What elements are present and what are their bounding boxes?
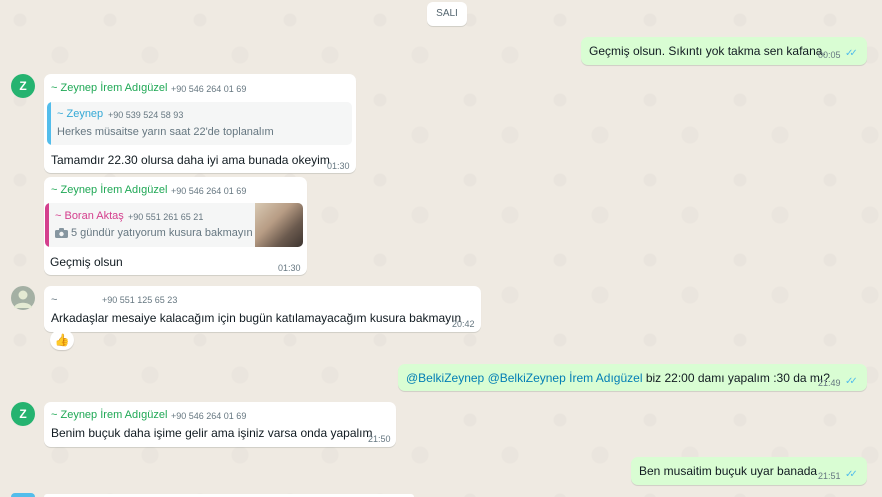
quote-text: Herkes müsaitse yarın saat 22'de toplana… [57, 126, 274, 138]
mention-link[interactable]: @BelkiZeynep [406, 371, 484, 385]
message-body: biz 22:00 damı yapalım :30 da mı? [642, 371, 830, 385]
sender-phone: +90 546 264 01 69 [171, 84, 247, 94]
message-time: 00:05 [818, 50, 841, 60]
message-time: 21:49 [818, 378, 841, 388]
message-text: Tamamdır 22.30 olursa daha iyi ama bunad… [51, 153, 330, 167]
message-time: 01:30 [278, 263, 301, 273]
sender-phone: +90 551 125 65 23 [102, 295, 178, 305]
message-text: @BelkiZeynep @BelkiZeynep İrem Adıgüzel … [406, 371, 830, 385]
message-time: 20:42 [452, 319, 475, 329]
incoming-message[interactable]: ~ Zeynep İrem Adıgüzel +90 546 264 01 69… [44, 177, 307, 275]
message-text: Ben musaitim buçuk uyar banada [639, 464, 818, 478]
message-time: 01:30 [327, 161, 350, 171]
message-text: Geçmiş olsun. Sıkıntı yok takma sen kafa… [589, 44, 826, 58]
avatar[interactable]: Z [11, 74, 35, 98]
avatar[interactable]: Z [11, 402, 35, 426]
sender-name[interactable]: ~ Zeynep İrem Adıgüzel [51, 184, 167, 196]
sender-name[interactable]: ~ [51, 294, 57, 306]
quote-sender-name: ~ Zeynep [57, 108, 104, 120]
message-text: Geçmiş olsun [50, 255, 123, 269]
sender-phone: +90 546 264 01 69 [171, 411, 247, 421]
quote-bar [45, 203, 49, 247]
avatar[interactable] [11, 493, 35, 497]
read-receipt-icon: ✓✓ [845, 376, 858, 387]
message-time: 21:50 [368, 434, 391, 444]
sender-name[interactable]: ~ Zeynep İrem Adıgüzel [51, 82, 167, 94]
incoming-message[interactable]: ~ Zeynep İrem Adıgüzel +90 546 264 01 69… [44, 402, 396, 447]
quote-image-thumbnail[interactable] [255, 203, 303, 247]
message-time: 21:51 [818, 471, 841, 481]
quoted-message[interactable]: ~ Boran Aktaş +90 551 261 65 21 5 gündür… [45, 203, 303, 247]
quote-sender-phone: +90 539 524 58 93 [108, 110, 184, 120]
message-text: Arkadaşlar mesaiye kalacağım için bugün … [51, 311, 462, 325]
person-icon [14, 290, 32, 308]
quote-sender-phone: +90 551 261 65 21 [128, 212, 204, 222]
avatar[interactable] [11, 286, 35, 310]
incoming-message[interactable]: ~ +90 551 125 65 23 Arkadaşlar mesaiye k… [44, 286, 481, 332]
quote-sender-name: ~ Boran Aktaş [55, 210, 124, 222]
sender-name[interactable]: ~ Zeynep İrem Adıgüzel [51, 409, 167, 421]
reaction-thumbs-up[interactable]: 👍 [50, 330, 74, 350]
sender-phone: +90 546 264 01 69 [171, 186, 247, 196]
outgoing-message[interactable]: @BelkiZeynep @BelkiZeynep İrem Adıgüzel … [398, 364, 867, 391]
mention-link[interactable]: @BelkiZeynep İrem Adıgüzel [488, 371, 643, 385]
day-divider: SALI [427, 2, 467, 26]
incoming-message[interactable]: ~ Zeynep İrem Adıgüzel +90 546 264 01 69… [44, 74, 356, 173]
camera-icon [55, 227, 68, 238]
message-text: Benim buçuk daha işime gelir ama işiniz … [51, 426, 373, 440]
outgoing-message[interactable]: Ben musaitim buçuk uyar banada 21:51 ✓✓ [631, 457, 867, 485]
read-receipt-icon: ✓✓ [845, 469, 858, 480]
outgoing-message[interactable]: Geçmiş olsun. Sıkıntı yok takma sen kafa… [581, 37, 867, 65]
read-receipt-icon: ✓✓ [845, 48, 858, 59]
quote-bar [47, 102, 51, 145]
quoted-message[interactable]: ~ Zeynep +90 539 524 58 93 Herkes müsait… [47, 102, 352, 145]
quote-text: 5 gündür yatıyorum kusura bakmayın [71, 227, 253, 239]
